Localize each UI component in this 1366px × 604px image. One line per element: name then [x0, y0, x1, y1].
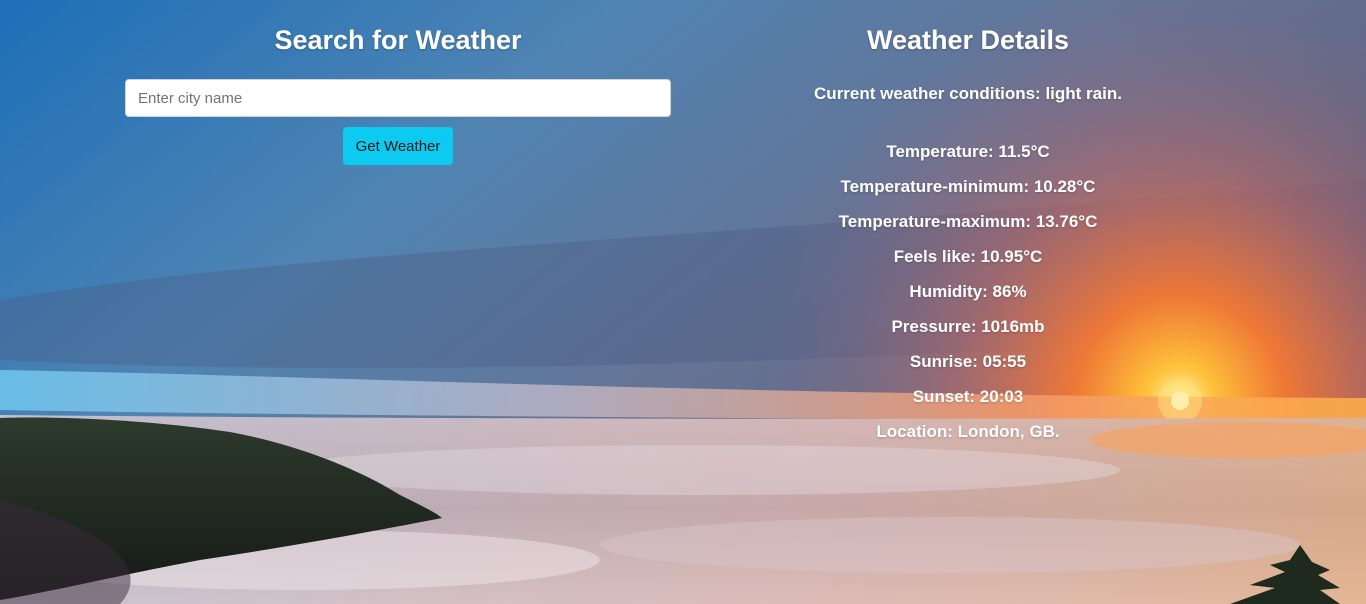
- weather-condition-text: Current weather conditions: light rain.: [814, 84, 1122, 103]
- weather-details-list: Temperature: 11.5°C Temperature-minimum:…: [683, 134, 1253, 449]
- weather-details-title: Weather Details: [866, 25, 1070, 55]
- humidity-text: Humidity: 86%: [909, 282, 1027, 301]
- get-weather-button[interactable]: Get Weather: [342, 127, 454, 165]
- weather-details-panel: Weather Details Current weather conditio…: [683, 0, 1253, 449]
- city-search-input[interactable]: [125, 79, 671, 117]
- temperature-maximum-text: Temperature-maximum: 13.76°C: [838, 212, 1098, 231]
- feels-like-text: Feels like: 10.95°C: [893, 247, 1043, 266]
- temperature-text: Temperature: 11.5°C: [886, 142, 1050, 161]
- location-text: Location: London, GB.: [876, 422, 1060, 441]
- temperature-minimum-text: Temperature-minimum: 10.28°C: [840, 177, 1096, 196]
- search-title: Search for Weather: [274, 25, 522, 55]
- sunrise-text: Sunrise: 05:55: [909, 352, 1027, 371]
- pressure-text: Pressurre: 1016mb: [891, 317, 1045, 336]
- search-panel: Search for Weather Get Weather: [125, 0, 671, 165]
- sunset-text: Sunset: 20:03: [912, 387, 1024, 406]
